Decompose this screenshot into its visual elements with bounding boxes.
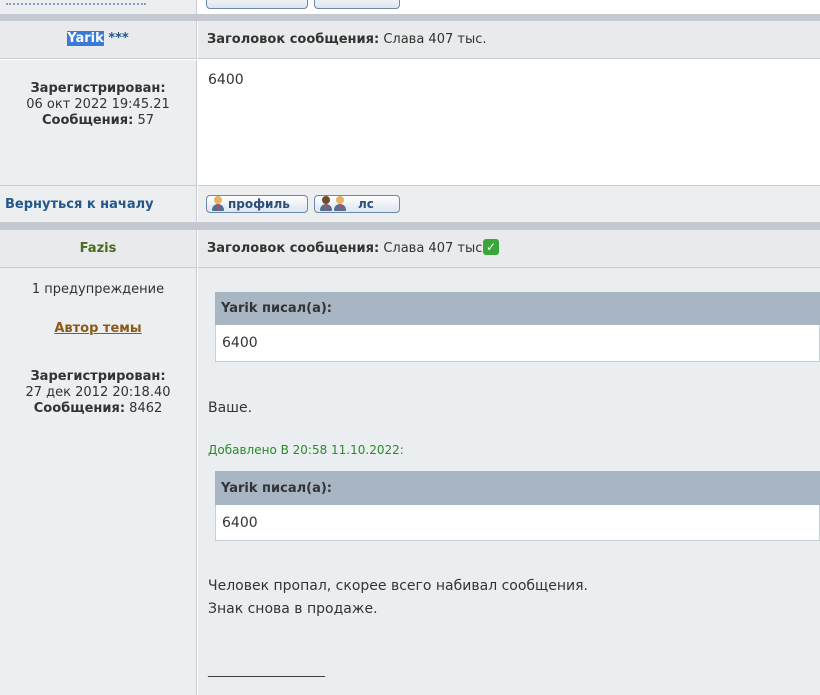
post1-messages-value: 57: [137, 113, 154, 128]
post2-text2-line1: Человек пропал, скорее всего набивал соо…: [208, 578, 588, 594]
post1-profile-cell: Зарегистрирован: 06 окт 2022 19:45.21 Со…: [0, 60, 197, 186]
top-pm-button[interactable]: [314, 0, 400, 9]
separator: [0, 14, 820, 21]
quote2-body: 6400: [215, 505, 820, 541]
post2-warnings: 1 предупреждение: [31, 282, 165, 297]
quote2-header: Yarik писал(а):: [215, 471, 820, 505]
post1-messages-label: Сообщения:: [42, 113, 134, 128]
post1-author-rank: ***: [108, 31, 129, 46]
post1-author-cell: Yarik ***: [0, 21, 197, 59]
post1-body-cell: 6400: [198, 60, 820, 186]
post2-messages-value: 8462: [129, 401, 163, 416]
signature-separator: __________________: [208, 663, 325, 678]
post2-messages-label: Сообщения:: [33, 401, 126, 416]
post1-footer-left: Вернуться к началу: [0, 186, 197, 222]
post2-author-name[interactable]: Fazis: [0, 241, 196, 256]
separator: [0, 222, 820, 230]
post2-messages: Сообщения: 8462: [0, 401, 196, 416]
post2-body-cell: Yarik писал(а): 6400 Ваше. Добавлено В 2…: [198, 268, 820, 695]
post1-pm-button-label: лс: [358, 197, 374, 211]
post2-topic-author-badge: Автор темы: [54, 321, 142, 336]
post1-body-text: 6400: [208, 72, 244, 88]
post2-subject: Слава 407 тыс.: [383, 241, 487, 256]
pm-sender-icon: [319, 196, 333, 212]
post1-pm-button[interactable]: лс: [314, 195, 400, 213]
post1-registered-value: 06 окт 2022 19:45.21: [26, 97, 170, 112]
post1-subject-label: Заголовок сообщения:: [207, 32, 380, 47]
post1-author-name[interactable]: Yarik: [67, 31, 104, 46]
back-to-top-link[interactable]: Вернуться к началу: [5, 197, 154, 212]
post1-profile-button-label: профиль: [228, 197, 290, 211]
pm-recipient-icon: [333, 196, 347, 212]
post2-text2-line2: Знак снова в продаже.: [208, 601, 378, 617]
post1-profile-button[interactable]: профиль: [206, 195, 308, 213]
top-profile-button[interactable]: [206, 0, 308, 9]
top-back-link-fragment[interactable]: [6, 0, 146, 5]
post2-text1: Ваше.: [208, 400, 253, 416]
post2-profile-cell: 1 предупреждение Автор темы Зарегистриро…: [0, 268, 197, 695]
profile-person-icon: [211, 196, 225, 212]
post2-registered-label: Зарегистрирован:: [30, 369, 166, 384]
post2-subject-cell: Заголовок сообщения: Слава 407 тыс. ✓: [198, 230, 820, 268]
post1-messages: Сообщения: 57: [0, 113, 196, 128]
check-icon: ✓: [483, 239, 499, 255]
post1-registered-label: Зарегистрирован:: [30, 81, 166, 96]
post2-author-cell: Fazis: [0, 230, 197, 268]
quote1-header: Yarik писал(а):: [215, 292, 820, 325]
quote1-body: 6400: [215, 325, 820, 362]
post2-subject-label: Заголовок сообщения:: [207, 241, 380, 256]
post1-subject: Слава 407 тыс.: [383, 32, 487, 47]
post1-footer-right: профиль лс: [198, 186, 820, 222]
post1-subject-cell: Заголовок сообщения: Слава 407 тыс.: [198, 21, 820, 59]
added-note: Добавлено В 20:58 11.10.2022:: [208, 443, 404, 457]
post2-registered-value: 27 дек 2012 20:18.40: [25, 385, 171, 400]
